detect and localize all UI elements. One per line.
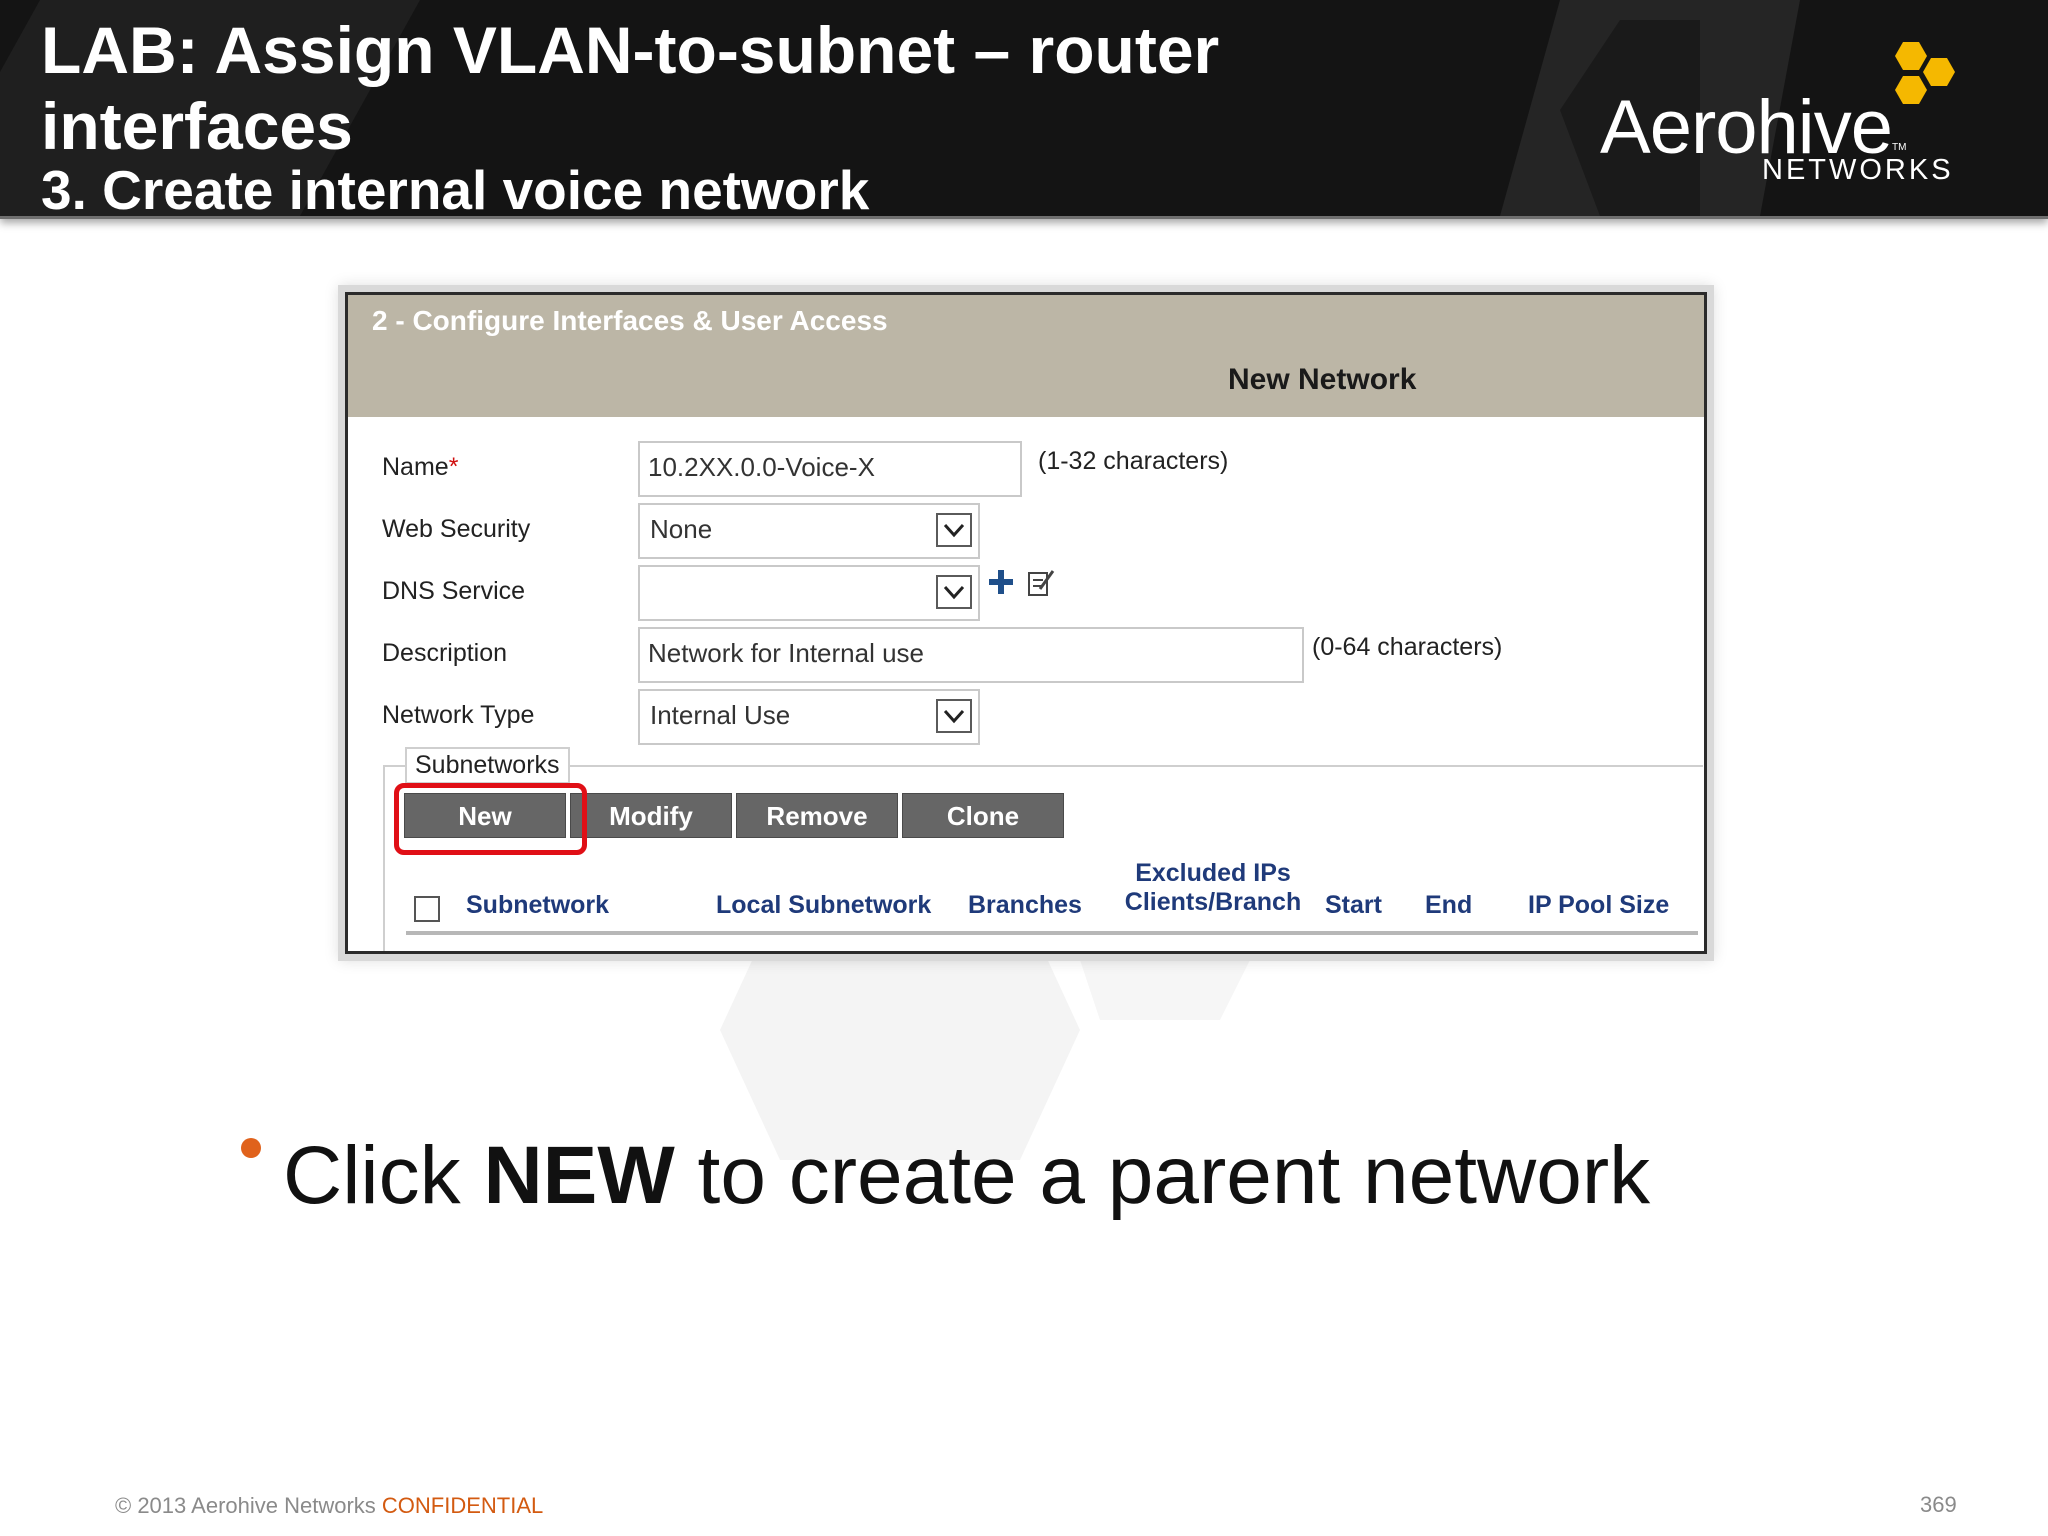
slide-header: LAB: Assign VLAN-to-subnet – router inte… bbox=[0, 0, 2048, 219]
modify-button[interactable]: Modify bbox=[570, 793, 732, 838]
column-excluded-ips[interactable]: Excluded IPs Clients/Branch bbox=[1118, 859, 1308, 917]
panel-title: New Network bbox=[1228, 363, 1417, 396]
subnetworks-border bbox=[383, 765, 1703, 767]
logo-hexagons-icon bbox=[1895, 42, 1955, 104]
slide-title: LAB: Assign VLAN-to-subnet – router inte… bbox=[41, 13, 1220, 163]
chevron-down-icon[interactable] bbox=[936, 513, 972, 547]
name-hint: (1-32 characters) bbox=[1038, 447, 1229, 475]
clone-button[interactable]: Clone bbox=[902, 793, 1064, 838]
description-hint: (0-64 characters) bbox=[1312, 633, 1503, 661]
chevron-down-icon[interactable] bbox=[936, 575, 972, 609]
subnetworks-border-left bbox=[383, 765, 385, 951]
network-type-select[interactable]: Internal Use bbox=[638, 689, 980, 745]
column-ip-pool-size[interactable]: IP Pool Size bbox=[1528, 891, 1669, 920]
subnetworks-legend: Subnetworks bbox=[405, 747, 570, 784]
web-security-select[interactable]: None bbox=[638, 503, 980, 559]
column-end[interactable]: End bbox=[1425, 891, 1472, 920]
dns-service-select[interactable] bbox=[638, 565, 980, 621]
chevron-down-icon[interactable] bbox=[936, 699, 972, 733]
bullet-dot bbox=[241, 1138, 261, 1158]
column-local-subnetwork[interactable]: Local Subnetwork bbox=[716, 891, 931, 920]
description-label: Description bbox=[382, 639, 508, 667]
panel-header: 2 - Configure Interfaces & User Access N… bbox=[348, 295, 1704, 417]
name-label: Name* bbox=[382, 453, 459, 481]
web-security-label: Web Security bbox=[382, 515, 531, 543]
description-input[interactable]: Network for Internal use bbox=[638, 627, 1304, 683]
footer-copyright: © 2013 Aerohive Networks CONFIDENTIAL bbox=[115, 1493, 544, 1518]
remove-button[interactable]: Remove bbox=[736, 793, 898, 838]
network-type-label: Network Type bbox=[382, 701, 535, 729]
dns-service-label: DNS Service bbox=[382, 577, 526, 605]
select-all-checkbox[interactable] bbox=[414, 896, 440, 922]
column-branches[interactable]: Branches bbox=[968, 891, 1082, 920]
slide-subtitle: 3. Create internal voice network bbox=[41, 159, 870, 219]
add-icon[interactable] bbox=[986, 567, 1016, 597]
column-subnetwork[interactable]: Subnetwork bbox=[466, 891, 609, 920]
configure-network-panel: 2 - Configure Interfaces & User Access N… bbox=[345, 292, 1707, 954]
step-title: 2 - Configure Interfaces & User Access bbox=[372, 305, 888, 336]
aerohive-logo: Aerohive TM NETWORKS bbox=[1590, 30, 1990, 200]
bullet-text: Click NEW to create a parent network bbox=[283, 1130, 1651, 1221]
edit-icon[interactable] bbox=[1026, 567, 1056, 599]
name-input[interactable]: 10.2XX.0.0-Voice-X bbox=[638, 441, 1022, 497]
table-header-divider bbox=[406, 931, 1698, 935]
page-number: 369 bbox=[1920, 1492, 1957, 1517]
new-button-highlight bbox=[394, 783, 587, 855]
column-start[interactable]: Start bbox=[1325, 891, 1382, 920]
